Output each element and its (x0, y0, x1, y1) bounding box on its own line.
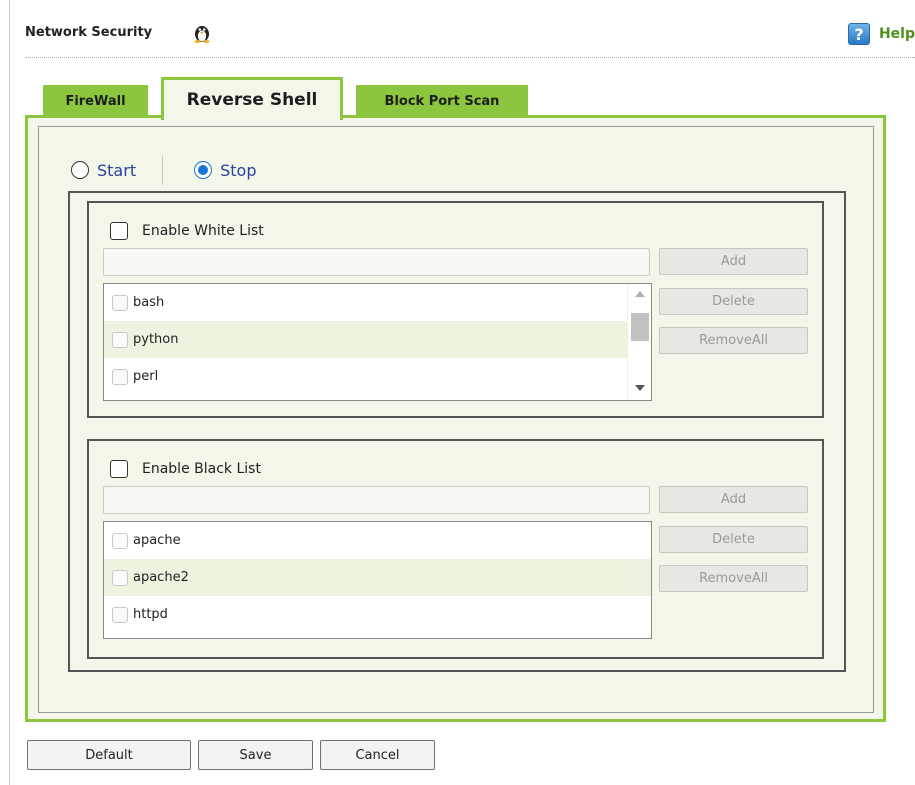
enable-white-list[interactable]: Enable White List (110, 222, 264, 240)
white-list-section: Enable White List Add Delete RemoveAll b… (87, 201, 824, 418)
stop-radio-label: Stop (220, 160, 257, 180)
list-item[interactable]: apache (104, 522, 651, 559)
start-radio-button[interactable] (71, 161, 89, 179)
enable-black-list-checkbox[interactable] (110, 460, 128, 478)
left-edge-rule (9, 0, 10, 785)
list-item-label: apache2 (133, 570, 189, 585)
enable-white-list-label: Enable White List (142, 223, 264, 239)
list-item-label: bash (133, 295, 165, 310)
start-radio[interactable]: Start (71, 161, 136, 180)
default-button[interactable]: Default (27, 740, 191, 770)
list-item-label: httpd (133, 607, 168, 622)
header-divider (25, 57, 915, 58)
black-list-add-button[interactable]: Add (659, 486, 808, 513)
question-mark-icon: ? (847, 23, 870, 45)
help-label: Help (878, 26, 915, 42)
tab-firewall[interactable]: FireWall (43, 85, 148, 117)
start-radio-label: Start (97, 160, 137, 180)
list-item-label: apache (133, 533, 181, 548)
list-item-label: python (133, 332, 179, 347)
black-list-remove-all-button[interactable]: RemoveAll (659, 565, 808, 592)
item-checkbox[interactable] (112, 331, 128, 348)
list-item[interactable]: perl (104, 358, 651, 395)
white-list-remove-all-button[interactable]: RemoveAll (659, 327, 808, 354)
white-list-input[interactable] (103, 248, 650, 276)
cancel-button[interactable]: Cancel (320, 740, 435, 770)
page-title: Network Security (25, 25, 153, 40)
black-list-input[interactable] (103, 486, 650, 514)
black-list-delete-button[interactable]: Delete (659, 526, 808, 553)
white-list-add-button[interactable]: Add (659, 248, 808, 275)
help-link[interactable]: ? Help (847, 23, 915, 45)
item-checkbox[interactable] (112, 569, 128, 586)
enable-black-list[interactable]: Enable Black List (110, 460, 261, 478)
item-checkbox[interactable] (112, 606, 128, 623)
item-checkbox[interactable] (112, 368, 128, 385)
scroll-down-icon[interactable] (635, 385, 645, 391)
scroll-up-icon[interactable] (635, 291, 645, 297)
list-item-label: perl (133, 369, 159, 384)
mode-radio-group: Start Stop (71, 155, 256, 185)
stop-radio-button[interactable] (194, 161, 213, 179)
linux-penguin-icon (194, 26, 210, 43)
item-checkbox[interactable] (112, 532, 128, 549)
scroll-thumb[interactable] (631, 313, 649, 341)
tab-reverse-shell[interactable]: Reverse Shell (161, 77, 343, 120)
white-list-scrollbar[interactable] (627, 284, 651, 400)
list-item[interactable]: python (104, 321, 651, 358)
black-list-section: Enable Black List Add Delete RemoveAll a… (87, 439, 824, 659)
list-item[interactable]: bash (104, 284, 651, 321)
black-list-listbox[interactable]: apache apache2 httpd (103, 521, 652, 639)
enable-white-list-checkbox[interactable] (110, 222, 128, 240)
list-item[interactable]: apache2 (104, 559, 651, 596)
white-list-listbox[interactable]: bash python perl (103, 283, 652, 401)
item-checkbox[interactable] (112, 294, 128, 311)
save-button[interactable]: Save (198, 740, 313, 770)
tab-block-port-scan[interactable]: Block Port Scan (356, 85, 528, 117)
stop-radio[interactable]: Stop (194, 161, 256, 180)
enable-black-list-label: Enable Black List (142, 461, 261, 477)
list-item[interactable]: httpd (104, 596, 651, 633)
white-list-delete-button[interactable]: Delete (659, 288, 808, 315)
radio-separator (162, 155, 164, 185)
page-header: Network Security ? Help (25, 23, 915, 57)
